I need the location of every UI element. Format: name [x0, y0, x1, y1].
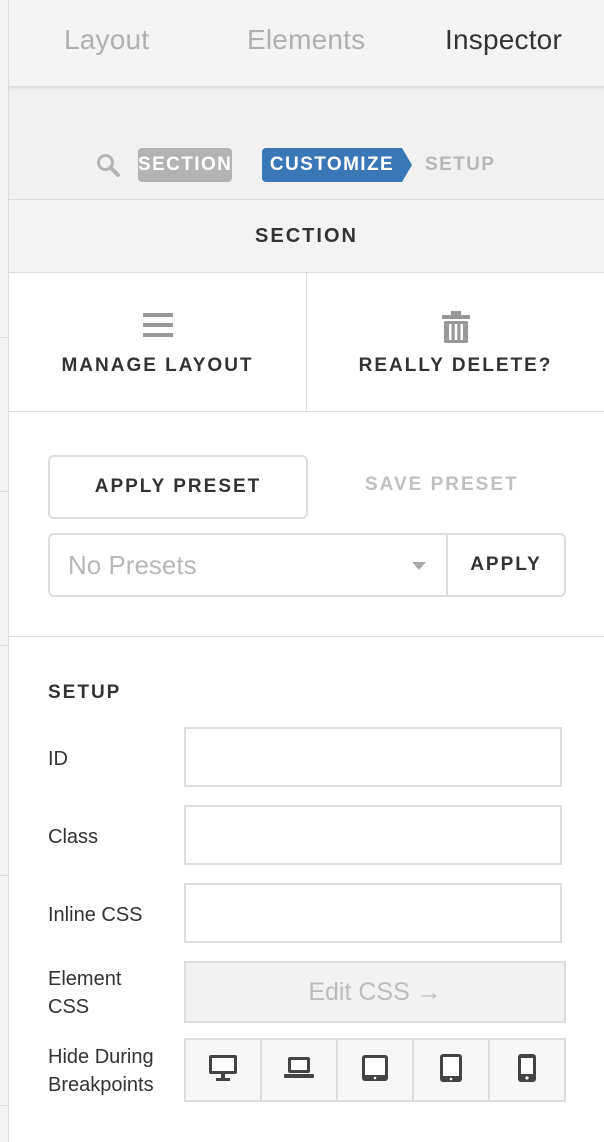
element-css-label-line1: Element [48, 968, 122, 990]
preset-select-value: No Presets [68, 550, 197, 580]
inline-css-field[interactable] [184, 883, 562, 943]
breadcrumb-setup[interactable]: SETUP [425, 148, 495, 182]
breakpoint-desktop-toggle[interactable] [186, 1040, 260, 1100]
strip-divider [0, 491, 8, 492]
manage-layout-label: MANAGE LAYOUT [61, 355, 254, 376]
class-field[interactable] [184, 805, 562, 865]
strip-divider [0, 1105, 8, 1106]
laptop-icon [284, 1056, 314, 1084]
inline-css-label: Inline CSS [48, 904, 143, 926]
panel-tabs: Layout Elements Inspector [9, 0, 604, 87]
breakpoint-phone-toggle[interactable] [488, 1040, 564, 1100]
tab-elements[interactable]: Elements [247, 24, 365, 56]
phone-icon [518, 1053, 536, 1087]
chevron-down-icon [412, 562, 426, 570]
really-delete-button[interactable]: REALLY DELETE? [306, 273, 604, 411]
tablet-portrait-icon [440, 1053, 462, 1087]
id-label: ID [48, 748, 68, 770]
edit-css-button[interactable]: Edit CSS → [184, 961, 566, 1023]
apply-preset-button[interactable]: APPLY PRESET [48, 455, 308, 519]
menu-icon [142, 311, 173, 344]
setup-heading: SETUP [48, 682, 122, 703]
id-field[interactable] [184, 727, 562, 787]
breakpoint-toggles [184, 1038, 566, 1102]
breakpoint-tablet-landscape-toggle[interactable] [336, 1040, 412, 1100]
breadcrumb [9, 87, 604, 200]
divider [9, 636, 604, 637]
strip-divider [0, 875, 8, 876]
really-delete-label: REALLY DELETE? [358, 355, 553, 376]
tablet-landscape-icon [362, 1054, 388, 1086]
strip-divider [0, 645, 8, 646]
manage-layout-button[interactable]: MANAGE LAYOUT [9, 273, 306, 411]
action-row: MANAGE LAYOUT REALLY DELETE? [9, 273, 604, 412]
strip-divider [0, 337, 8, 338]
class-label: Class [48, 826, 99, 848]
breadcrumb-customize[interactable]: CUSTOMIZE [262, 148, 412, 182]
apply-button[interactable]: APPLY [448, 535, 564, 595]
left-edge-strip [0, 0, 9, 1142]
desktop-icon [209, 1054, 237, 1086]
breadcrumb-section[interactable]: SECTION [138, 148, 232, 182]
trash-icon [441, 311, 470, 348]
hide-breakpoints-label-line2: Breakpoints [48, 1074, 154, 1096]
breakpoint-laptop-toggle[interactable] [260, 1040, 336, 1100]
element-css-label-line2: CSS [48, 996, 90, 1018]
page-title: SECTION [9, 200, 604, 273]
tab-inspector[interactable]: Inspector [445, 24, 562, 56]
hide-breakpoints-label-line1: Hide During [48, 1046, 154, 1068]
inspector-panel: Layout Elements Inspector SECTION CUSTOM… [9, 0, 604, 1142]
save-preset-button[interactable]: SAVE PRESET [365, 474, 519, 496]
preset-select[interactable]: No Presets APPLY [48, 533, 566, 597]
search-icon[interactable] [95, 152, 121, 183]
breakpoint-tablet-portrait-toggle[interactable] [412, 1040, 488, 1100]
tab-layout[interactable]: Layout [64, 24, 149, 56]
